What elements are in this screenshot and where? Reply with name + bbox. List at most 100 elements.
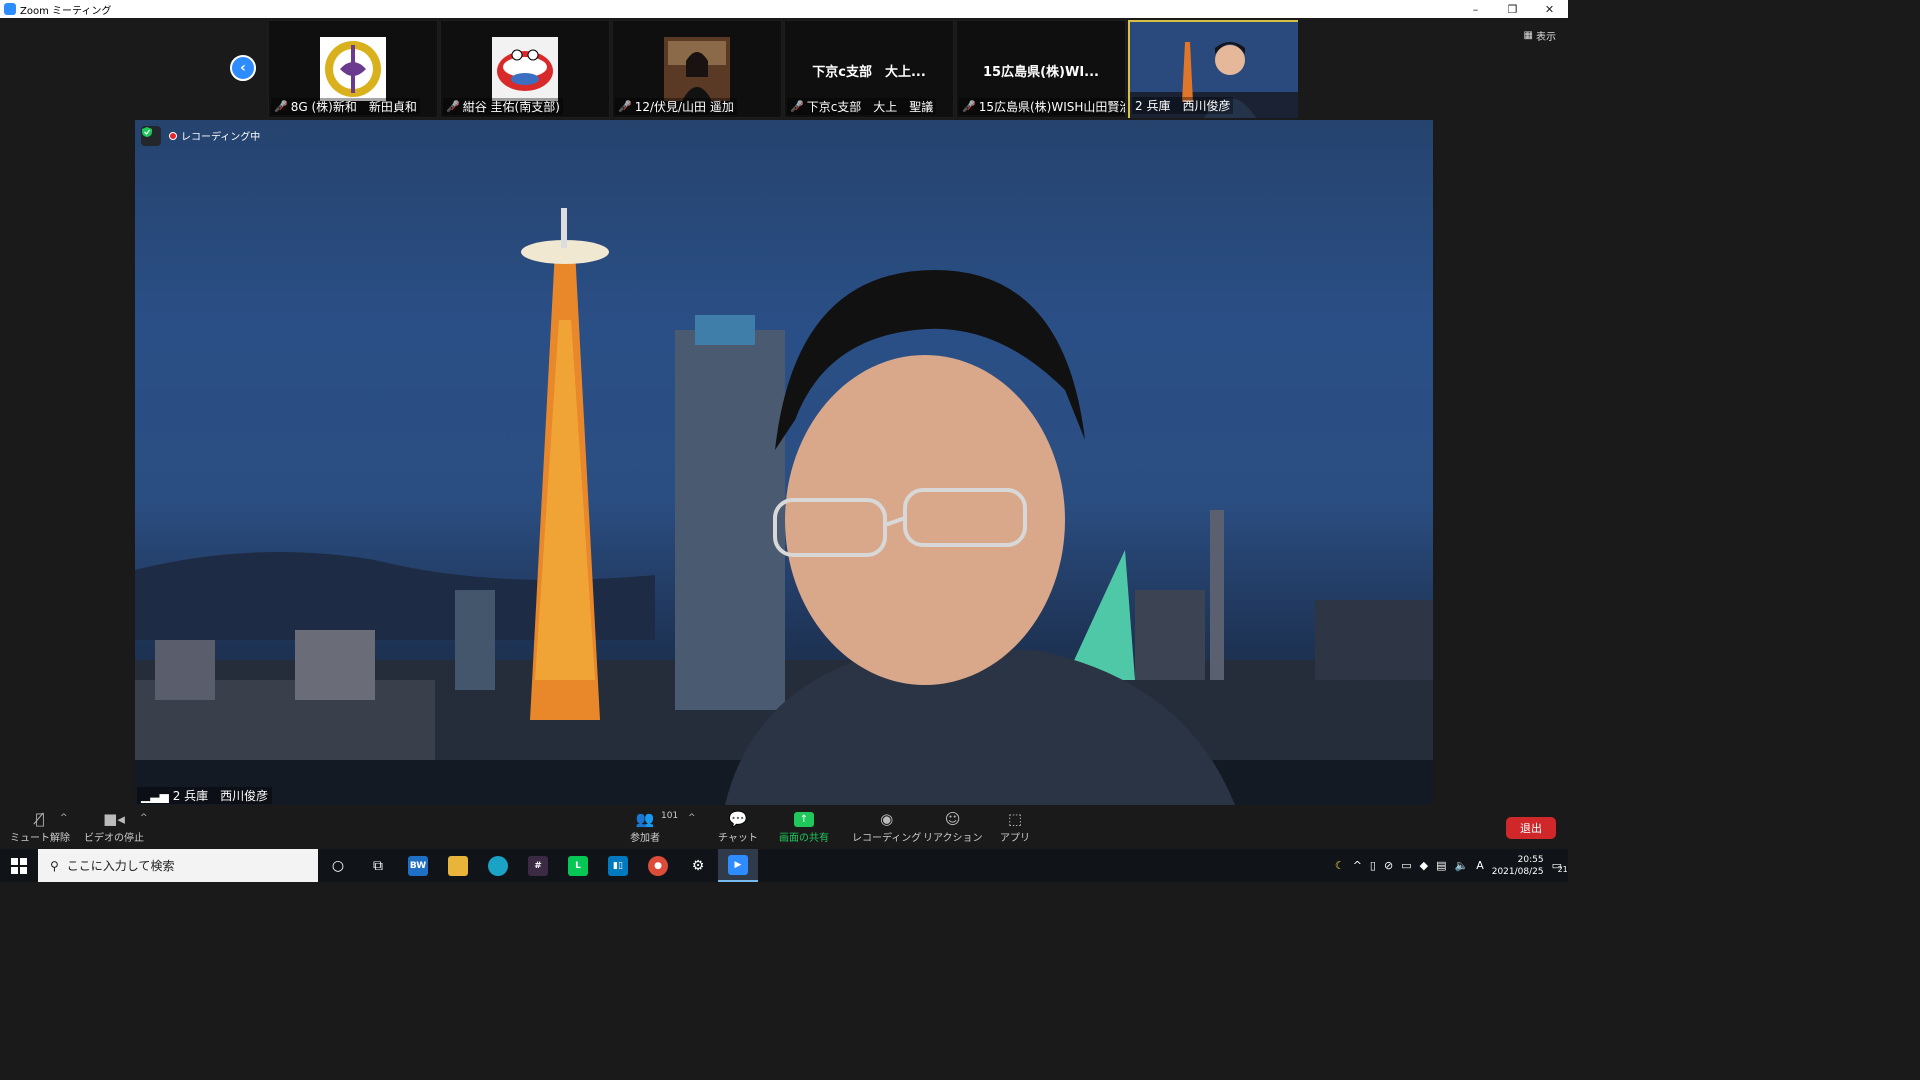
restore-button[interactable]: ❐ [1494, 0, 1531, 18]
record-button[interactable]: ◉ レコーディング [852, 809, 921, 844]
close-button[interactable]: ✕ [1531, 0, 1568, 18]
view-button[interactable]: ▦ 表示 [1524, 28, 1556, 43]
participant-name: 🎤̸ 下京c支部 大上 聖議 [787, 98, 937, 115]
reactions-button[interactable]: ☺ リアクション [923, 809, 983, 844]
taskbar-app-line[interactable]: L [558, 849, 598, 882]
dropbox-icon[interactable]: ◆ [1420, 859, 1428, 872]
taskbar-app-bw[interactable]: BW [398, 849, 438, 882]
participant-tile[interactable]: 🎤̸ 8G (株)新和 新田貞和 [268, 20, 438, 118]
taskbar-app-explorer[interactable] [438, 849, 478, 882]
circle-icon: ○ [331, 857, 345, 874]
ime-indicator[interactable]: A [1476, 859, 1484, 872]
record-icon: ◉ [880, 810, 894, 828]
taskbar-clock[interactable]: 20:55 2021/08/25 [1492, 854, 1544, 878]
participant-tile-active-speaker[interactable]: 2 兵庫 西川俊彦 [1128, 20, 1298, 118]
taskbar-app-edge[interactable] [478, 849, 518, 882]
thumbnail-strip: ‹ 🎤̸ 8G (株)新和 新田貞和 🎤̸ 紺谷 圭佑(南支部) 🎤̸ 12/伏… [0, 18, 1568, 118]
participant-tile[interactable]: 🎤̸ 12/伏見/山田 遥加 [612, 20, 782, 118]
main-video-area: レコーディング中 ▁▃▅ 2 兵庫 西川俊彦 [135, 120, 1433, 805]
chevron-left-icon: ‹ [240, 60, 246, 76]
avatar [492, 37, 558, 101]
muted-mic-icon: 🎤̸ [962, 100, 976, 113]
share-screen-button[interactable]: ↑ 画面の共有 [779, 809, 829, 844]
apps-icon: ⬚ [1007, 810, 1023, 828]
participant-name: 🎤̸ 12/伏見/山田 遥加 [615, 98, 737, 115]
video-camera-icon: ■◂ [103, 810, 125, 828]
speaker-video [135, 208, 1433, 805]
minimize-button[interactable]: – [1457, 0, 1494, 18]
folder-icon [448, 855, 468, 876]
zoom-app-icon [4, 3, 16, 15]
line-icon: L [568, 855, 588, 876]
device-icon[interactable]: ▯ [1370, 859, 1376, 872]
participant-name: 2 兵庫 西川俊彦 [1132, 97, 1234, 114]
window-title: Zoom ミーティング [20, 5, 112, 17]
shield-icon [142, 127, 152, 137]
audio-options-caret[interactable]: ^ [60, 813, 68, 823]
participant-name: 🎤̸ 紺谷 圭佑(南支部) [443, 98, 563, 115]
search-icon: ⚲ [50, 858, 59, 873]
speaker-name-label: ▁▃▅ 2 兵庫 西川俊彦 [137, 787, 273, 804]
recording-indicator[interactable]: レコーディング中 [169, 128, 260, 143]
share-screen-icon: ↑ [794, 809, 814, 829]
signal-bars-icon: ▁▃▅ [141, 788, 169, 803]
participant-name: 🎤̸ 8G (株)新和 新田貞和 [271, 98, 420, 115]
volume-icon[interactable]: 🔈 [1454, 859, 1468, 872]
windows-logo-icon [11, 857, 27, 874]
taskbar-app-chrome[interactable]: ● [638, 849, 678, 882]
participants-button[interactable]: 👥 参加者 [630, 809, 660, 844]
recording-dot-icon [169, 131, 177, 140]
previous-page-button[interactable]: ‹ [230, 55, 256, 81]
participants-icon: 👥 [635, 810, 655, 828]
window-titlebar: Zoom ミーティング – ❐ ✕ [0, 0, 1568, 18]
task-view-icon: ⧉ [373, 857, 383, 874]
chat-button[interactable]: 💬 チャット [718, 809, 758, 844]
avatar [664, 37, 730, 101]
notification-center-icon[interactable]: ▭ 21 [1552, 859, 1568, 874]
participant-tile[interactable]: 🎤̸ 紺谷 圭佑(南支部) [440, 20, 610, 118]
smiley-icon: ☺ [944, 810, 961, 828]
zoom-icon: ▶ [728, 854, 748, 875]
participants-count: 101 [661, 811, 679, 821]
participant-name: 🎤̸ 15広島県(株)WISH山田賢治 [959, 98, 1125, 115]
muted-mic-icon: 🎤̸ [274, 100, 288, 113]
taskbar-app-zoom[interactable]: ▶ [718, 849, 758, 882]
leave-meeting-button[interactable]: 退出 [1506, 817, 1556, 839]
taskbar-app-trello[interactable]: ▮▯ [598, 849, 638, 882]
task-view-button[interactable]: ⧉ [358, 849, 398, 882]
windows-taskbar: ⚲ ここに入力して検索 ○ ⧉ BW # L ▮▯ ● ⚙ ▶ ☾ ^ ▯ ⊘ … [0, 849, 1568, 882]
taskbar-app-settings[interactable]: ⚙ [678, 849, 718, 882]
encryption-shield-icon[interactable] [141, 126, 161, 146]
muted-mic-icon: 🎤̸ [446, 100, 460, 113]
muted-mic-icon: 🎤̸ [790, 100, 804, 113]
network-icon[interactable]: ▤ [1436, 859, 1446, 872]
taskbar-search-box[interactable]: ⚲ ここに入力して検索 [38, 849, 318, 882]
window-controls: – ❐ ✕ [1457, 0, 1568, 18]
slack-icon: # [528, 855, 548, 876]
weather-moon-icon[interactable]: ☾ [1335, 859, 1345, 872]
taskbar-app-slack[interactable]: # [518, 849, 558, 882]
apps-button[interactable]: ⬚ アプリ [1000, 809, 1030, 844]
participants-options-caret[interactable]: ^ [688, 813, 696, 823]
edge-icon [488, 855, 508, 876]
participant-tile[interactable]: 下京c支部 大上... 🎤̸ 下京c支部 大上 聖議 [784, 20, 954, 118]
show-hidden-icons-chevron-icon[interactable]: ^ [1353, 859, 1362, 872]
grid-icon: ▦ [1523, 30, 1533, 41]
display-icon[interactable]: ▭ [1401, 859, 1411, 872]
participant-tile[interactable]: 15広島県(株)WI... 🎤̸ 15広島県(株)WISH山田賢治 [956, 20, 1126, 118]
chrome-icon: ● [648, 855, 668, 876]
start-button[interactable] [0, 849, 38, 882]
muted-mic-icon: 🎙̸ [35, 810, 45, 828]
cortana-button[interactable]: ○ [318, 849, 358, 882]
participant-display-name: 下京c支部 大上... [812, 65, 926, 80]
trello-icon: ▮▯ [608, 855, 628, 876]
gear-icon: ⚙ [691, 857, 705, 874]
meeting-toolbar: 🎙̸ ミュート解除 ^ ■◂ ビデオの停止 ^ 👥 参加者 101 ^ 💬 チャ… [0, 805, 1568, 849]
bw-app-icon: BW [408, 855, 428, 876]
stop-video-button[interactable]: ■◂ ビデオの停止 [84, 809, 144, 844]
network-error-icon[interactable]: ⊘ [1384, 859, 1393, 872]
video-options-caret[interactable]: ^ [140, 813, 148, 823]
participant-display-name: 15広島県(株)WI... [983, 65, 1099, 80]
muted-mic-icon: 🎤̸ [618, 100, 632, 113]
system-tray: ☾ ^ ▯ ⊘ ▭ ◆ ▤ 🔈 A 20:55 2021/08/25 ▭ 21 [1335, 849, 1568, 882]
